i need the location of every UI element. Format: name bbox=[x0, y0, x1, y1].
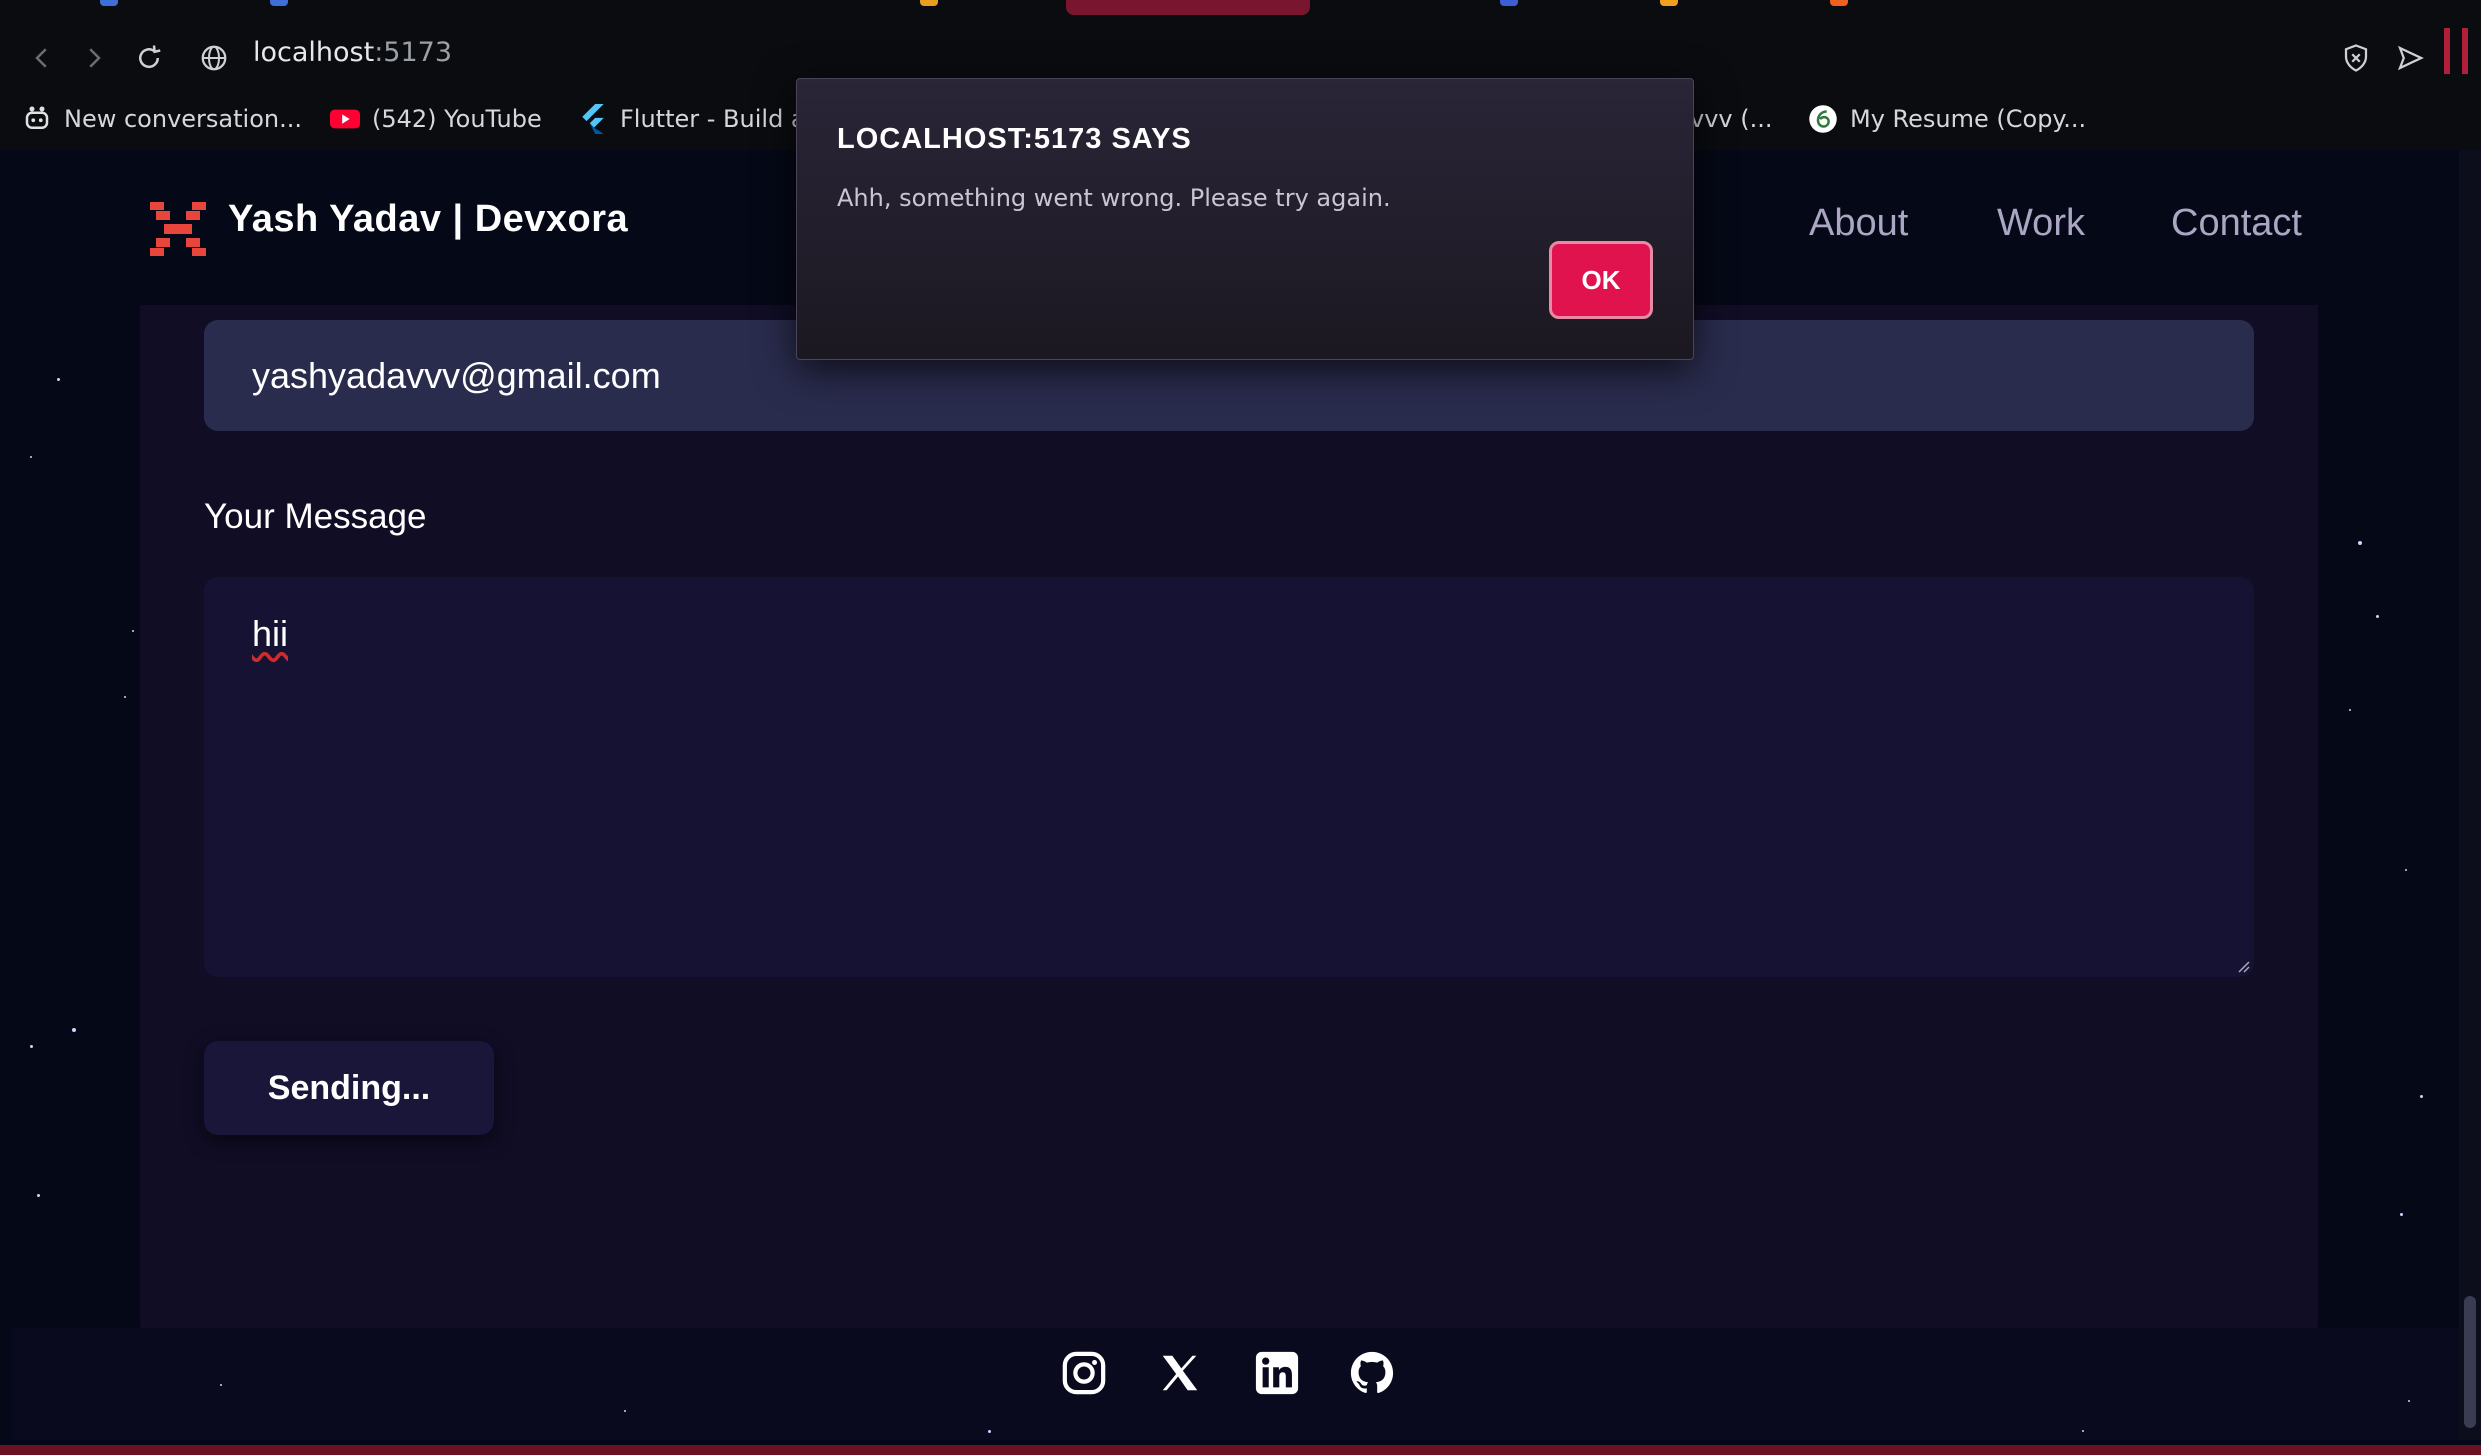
active-tab[interactable] bbox=[1066, 0, 1310, 15]
bot-icon bbox=[22, 104, 52, 134]
tab-favicon[interactable] bbox=[100, 0, 118, 6]
tab-favicon[interactable] bbox=[1500, 0, 1518, 6]
star bbox=[2358, 541, 2362, 545]
window-bottom-bar bbox=[0, 1445, 2481, 1455]
address-bar[interactable]: localhost:5173 bbox=[253, 18, 452, 88]
reload-icon bbox=[139, 45, 161, 69]
message-label: Your Message bbox=[204, 497, 427, 536]
star bbox=[2408, 1400, 2410, 1402]
url-port: :5173 bbox=[374, 37, 453, 68]
tab-favicon[interactable] bbox=[1660, 0, 1678, 6]
send-extension-button[interactable] bbox=[2392, 40, 2428, 76]
star bbox=[220, 1384, 222, 1386]
star bbox=[2405, 869, 2407, 871]
nav-about[interactable]: About bbox=[1809, 202, 1908, 245]
window-edge-accent bbox=[2462, 28, 2468, 74]
star bbox=[2400, 1213, 2403, 1216]
bookmark-flutter[interactable]: Flutter - Build ap bbox=[578, 88, 821, 150]
star bbox=[2420, 1095, 2423, 1098]
star bbox=[624, 1410, 626, 1412]
window-edge-accent bbox=[2444, 28, 2450, 74]
nav-work[interactable]: Work bbox=[1997, 202, 2085, 245]
logo-icon[interactable] bbox=[150, 202, 206, 256]
reload-button[interactable] bbox=[131, 40, 167, 76]
globe-icon bbox=[201, 45, 227, 71]
site-footer bbox=[12, 1328, 2459, 1440]
bookmark-youtube[interactable]: (542) YouTube bbox=[330, 88, 542, 150]
linkedin-icon[interactable] bbox=[1254, 1350, 1300, 1396]
star bbox=[124, 696, 126, 698]
bookmark-label: New conversation... bbox=[64, 105, 302, 133]
youtube-icon bbox=[330, 104, 360, 134]
shield-extension-button[interactable] bbox=[2338, 40, 2374, 76]
forward-arrow-icon bbox=[89, 48, 101, 68]
message-textarea[interactable]: hii bbox=[204, 577, 2254, 977]
tab-favicon[interactable] bbox=[1830, 0, 1848, 6]
scrollbar-thumb[interactable] bbox=[2464, 1296, 2476, 1428]
star bbox=[2349, 709, 2351, 711]
message-text: hii bbox=[252, 613, 289, 654]
x-icon[interactable] bbox=[1157, 1350, 1203, 1396]
star bbox=[30, 456, 32, 458]
bookmark-label: My Resume (Copy... bbox=[1850, 105, 2087, 133]
back-arrow-icon bbox=[35, 48, 47, 68]
dialog-message: Ahh, something went wrong. Please try ag… bbox=[837, 184, 1391, 212]
dialog-title: LOCALHOST:5173 SAYS bbox=[837, 123, 1192, 155]
forward-button[interactable] bbox=[76, 40, 112, 76]
alert-dialog: LOCALHOST:5173 SAYS Ahh, something went … bbox=[796, 78, 1694, 360]
ok-button[interactable]: OK bbox=[1549, 241, 1653, 319]
bookmark-new-conversation[interactable]: New conversation... bbox=[22, 88, 302, 150]
resize-handle-icon[interactable] bbox=[2238, 961, 2250, 973]
send-icon bbox=[2397, 45, 2424, 71]
resume-icon bbox=[1808, 104, 1838, 134]
bookmark-resume[interactable]: My Resume (Copy... bbox=[1808, 88, 2086, 150]
contact-form-card: yashyadavvv@gmail.com Your Message hii S… bbox=[140, 305, 2318, 1350]
bookmark-label: Flutter - Build ap bbox=[620, 105, 821, 133]
star bbox=[72, 1028, 76, 1032]
star bbox=[37, 1194, 40, 1197]
star bbox=[2082, 1430, 2084, 1432]
site-info-button[interactable] bbox=[196, 40, 232, 76]
shield-x-icon bbox=[2344, 44, 2368, 72]
instagram-icon[interactable] bbox=[1061, 1350, 1107, 1396]
star bbox=[2376, 615, 2379, 618]
nav-contact[interactable]: Contact bbox=[2171, 202, 2302, 245]
send-button[interactable]: Sending... bbox=[204, 1041, 494, 1135]
url-host: localhost bbox=[253, 37, 375, 68]
tab-favicon[interactable] bbox=[270, 0, 288, 6]
page-scrollbar[interactable] bbox=[2459, 150, 2481, 1440]
bookmark-label: (542) YouTube bbox=[372, 105, 542, 133]
star bbox=[30, 1045, 33, 1048]
star bbox=[988, 1430, 991, 1433]
bookmark-truncated[interactable]: vvv (... bbox=[1690, 88, 1773, 150]
back-button[interactable] bbox=[24, 40, 60, 76]
star bbox=[57, 378, 60, 381]
bookmark-label: vvv (... bbox=[1690, 105, 1773, 133]
flutter-icon bbox=[578, 104, 608, 134]
tab-strip bbox=[0, 0, 2481, 18]
star bbox=[132, 630, 134, 632]
brand-name[interactable]: Yash Yadav | Devxora bbox=[228, 198, 628, 241]
tab-favicon[interactable] bbox=[920, 0, 938, 6]
github-icon[interactable] bbox=[1349, 1350, 1395, 1396]
